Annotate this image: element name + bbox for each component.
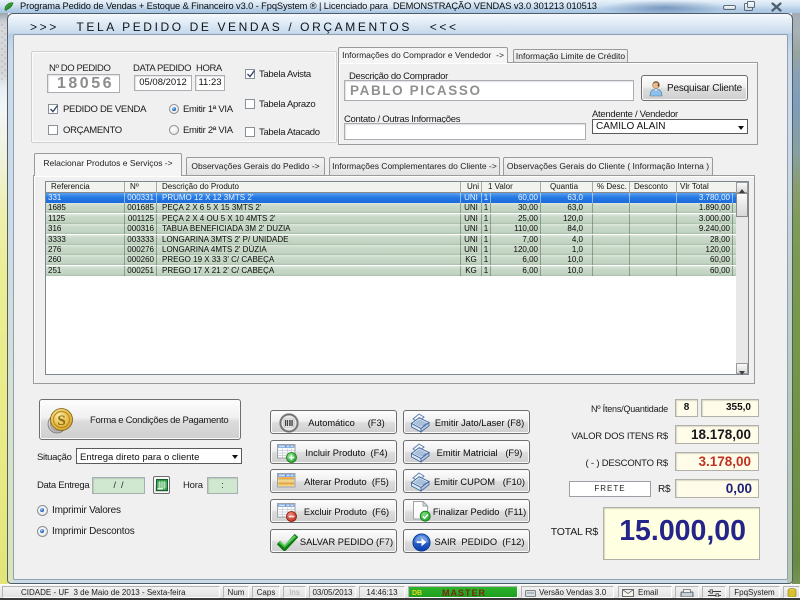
svg-text:S: S: [57, 413, 65, 429]
